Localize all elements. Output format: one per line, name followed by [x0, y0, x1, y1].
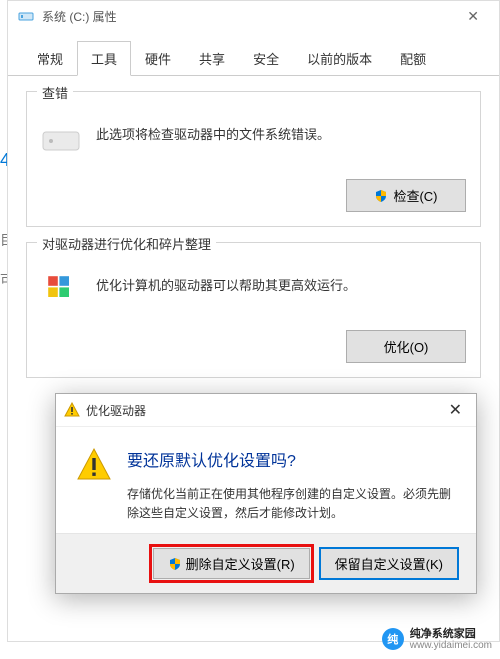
dialog-description: 存储优化当前正在使用其他程序创建的自定义设置。必须先删除这些自定义设置，然后才能…: [127, 485, 456, 523]
optimize-button-label: 优化(O): [384, 337, 429, 356]
optimize-panel: 对驱动器进行优化和碎片整理 优化计算机的驱动器可以帮助其更高效运行。 优化(O): [26, 242, 481, 378]
titlebar: 系统 (C:) 属性 ✕: [8, 1, 499, 31]
tab-previous[interactable]: 以前的版本: [293, 41, 386, 76]
delete-settings-button[interactable]: 删除自定义设置(R): [153, 548, 310, 579]
tab-hardware[interactable]: 硬件: [131, 41, 185, 76]
panel-description: 优化计算机的驱动器可以帮助其更高效运行。: [96, 273, 466, 294]
optimize-button[interactable]: 优化(O): [346, 330, 466, 363]
tab-tools[interactable]: 工具: [77, 41, 131, 76]
window-title: 系统 (C:) 属性: [42, 8, 457, 25]
tab-quota[interactable]: 配额: [386, 41, 440, 76]
defrag-icon: [41, 273, 81, 305]
shield-icon: [168, 557, 182, 571]
close-icon[interactable]: ✕: [443, 400, 468, 420]
error-check-panel: 查错 此选项将检查驱动器中的文件系统错误。 检查(C): [26, 91, 481, 227]
tab-sharing[interactable]: 共享: [185, 41, 239, 76]
panel-title: 对驱动器进行优化和碎片整理: [37, 234, 216, 253]
keep-button-label: 保留自定义设置(K): [335, 554, 443, 573]
dialog-question: 要还原默认优化设置吗?: [127, 447, 456, 471]
check-button-label: 检查(C): [393, 186, 437, 205]
tab-strip: 常规 工具 硬件 共享 安全 以前的版本 配额: [8, 41, 499, 76]
dialog-title: 优化驱动器: [86, 402, 443, 419]
watermark: 纯 纯净系统家园 www.yidaimei.com: [382, 628, 492, 651]
drive-icon: [18, 8, 34, 24]
watermark-name: 纯净系统家园: [410, 628, 492, 640]
tab-security[interactable]: 安全: [239, 41, 293, 76]
close-icon[interactable]: ✕: [457, 8, 489, 25]
dialog-titlebar: 优化驱动器 ✕: [56, 394, 476, 427]
keep-settings-button[interactable]: 保留自定义设置(K): [320, 548, 458, 579]
panel-title: 查错: [37, 83, 73, 102]
delete-button-label: 删除自定义设置(R): [186, 554, 295, 573]
watermark-url: www.yidaimei.com: [410, 640, 492, 651]
shield-icon: [374, 189, 388, 203]
panel-description: 此选项将检查驱动器中的文件系统错误。: [96, 122, 466, 143]
warning-icon: [76, 447, 112, 483]
warning-icon: [64, 402, 80, 418]
tab-general[interactable]: 常规: [23, 41, 77, 76]
confirm-dialog: 优化驱动器 ✕ 要还原默认优化设置吗? 存储优化当前正在使用其他程序创建的自定义…: [55, 393, 477, 594]
drive-check-icon: [41, 122, 81, 154]
check-button[interactable]: 检查(C): [346, 179, 466, 212]
watermark-logo: 纯: [382, 628, 404, 650]
